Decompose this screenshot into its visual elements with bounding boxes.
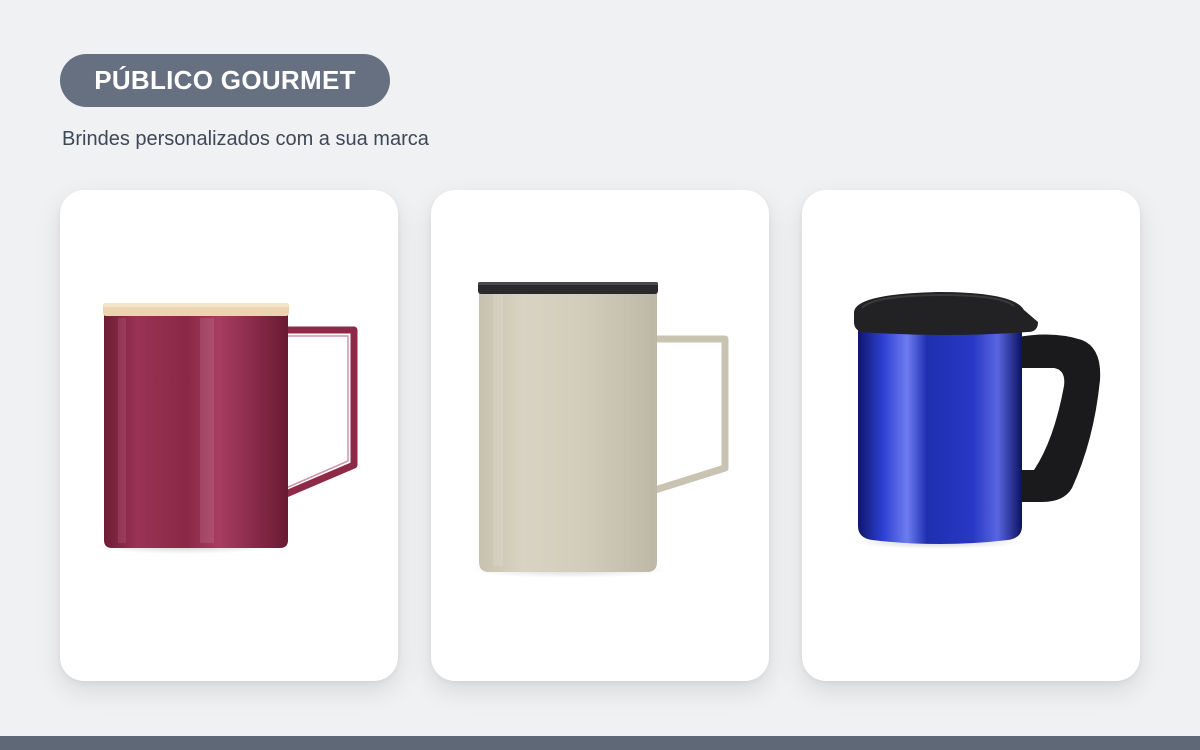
footer-bar (0, 736, 1200, 750)
product-card-blue-mug[interactable] (802, 190, 1140, 681)
page-subtitle: Brindes personalizados com a sua marca (62, 128, 429, 150)
category-badge: PÚBLICO GOURMET (60, 54, 390, 107)
product-image-beige-mug (469, 282, 729, 578)
product-card-beige-mug[interactable] (431, 190, 769, 681)
product-image-maroon-mug (92, 303, 358, 554)
category-badge-label: PÚBLICO GOURMET (94, 65, 356, 95)
product-image-blue-mug (851, 292, 1101, 549)
product-card-maroon-mug[interactable] (60, 190, 398, 681)
